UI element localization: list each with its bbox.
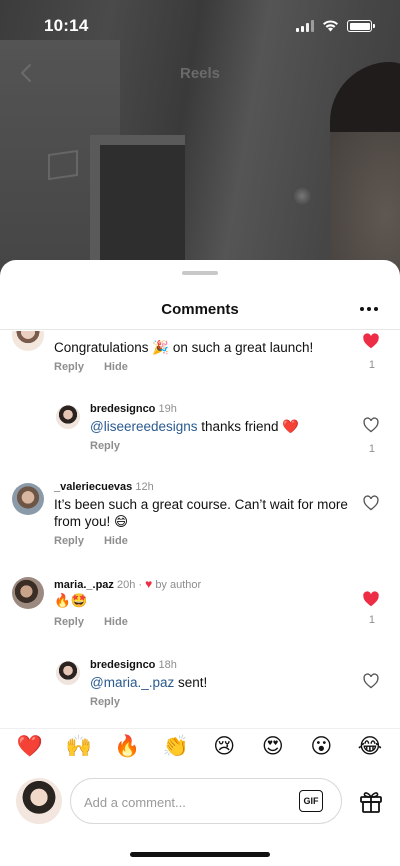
comment-text: @maria._.paz sent! [90,675,208,690]
reaction-clap-button[interactable]: 👏 [162,736,190,757]
comment-input-container[interactable]: GIF [70,778,342,824]
reaction-crying-button[interactable]: 😢 [210,736,238,757]
comments-list[interactable]: Congratulations 🎉 on such a great launch… [0,331,400,716]
more-options-icon[interactable] [360,302,380,316]
commenter-avatar[interactable] [12,577,44,609]
comment-meta: bredesignco 19h [90,403,177,415]
quick-reaction-bar: ❤️ 🙌 🔥 👏 😢 😍 😮 😂 [0,728,400,764]
home-indicator[interactable] [130,852,270,857]
commenter-avatar[interactable] [56,405,80,429]
sheet-title: Comments [161,301,239,318]
heart-filled-icon[interactable] [362,333,380,349]
status-bar: 10:14 [0,0,400,52]
reels-title: Reels [179,64,221,82]
status-icons [296,20,375,32]
hide-button[interactable]: Hide [104,616,128,628]
my-avatar [16,778,62,824]
reaction-heart-eyes-button[interactable]: 😍 [259,736,287,757]
comment-text: 🔥🤩 [54,593,88,608]
comment-actions: Reply Hide [54,616,128,628]
hide-button[interactable]: Hide [104,535,128,547]
mention-link[interactable]: @maria._.paz [90,675,174,690]
mention-link[interactable]: @liseereedesigns [90,419,198,434]
reply-button[interactable]: Reply [90,696,120,708]
sheet-header: Comments [0,290,400,330]
gift-icon[interactable] [358,788,384,814]
like-count: 1 [368,614,375,626]
comment-composer: GIF [0,775,400,825]
video-wall-outlet [48,149,78,181]
reply-button[interactable]: Reply [54,361,84,373]
reaction-surprised-button[interactable]: 😮 [307,736,335,757]
comment-time: 19h [158,403,177,415]
commenter-avatar[interactable] [12,331,44,351]
comment-username[interactable]: maria._.paz [54,579,114,591]
comment-actions: Reply [90,696,120,708]
reels-header: Reels [0,56,400,90]
comment-item: Congratulations 🎉 on such a great launch… [0,331,400,379]
wifi-icon [323,20,338,32]
heart-outline-icon[interactable] [362,417,380,433]
reply-button[interactable]: Reply [54,616,84,628]
comment-actions: Reply Hide [54,535,128,547]
comments-sheet: Comments Congratulations 🎉 on such a gre… [0,260,400,866]
commenter-avatar[interactable] [12,483,44,515]
author-liked-heart-icon: ♥ [145,577,153,591]
like-count: 1 [368,359,375,371]
battery-icon [347,20,375,32]
gif-button[interactable]: GIF [299,790,323,812]
back-chevron-icon[interactable] [16,62,38,84]
comment-time: 18h [158,659,177,671]
comment-time: 12h [135,481,154,493]
reaction-fire-button[interactable]: 🔥 [113,736,141,757]
commenter-avatar[interactable] [56,661,80,685]
status-time: 10:14 [44,16,89,35]
comment-item: maria._.paz 20h · ♥ by author 🔥🤩 Reply H… [0,577,400,637]
heart-filled-icon[interactable] [362,591,380,607]
reaction-laughing-button[interactable]: 😂 [356,736,384,757]
comment-username[interactable]: bredesignco [90,403,155,415]
comment-username[interactable]: bredesignco [90,659,155,671]
reaction-raised-hands-button[interactable]: 🙌 [65,736,93,757]
like-count: 1 [368,443,375,455]
comment-meta: maria._.paz 20h · ♥ by author [54,577,202,591]
hide-button[interactable]: Hide [104,361,128,373]
comment-time: 20h [116,579,136,591]
smile-emoji: 😄 [114,514,129,529]
comment-username[interactable]: _valeriecuevas [54,481,132,493]
comment-text: @liseereedesigns thanks friend ❤️ [90,419,300,434]
cellular-signal-icon [296,20,314,32]
heart-outline-icon[interactable] [362,673,380,689]
comment-meta: bredesignco 18h [90,659,177,671]
reply-button[interactable]: Reply [90,440,120,452]
comment-item: _valeriecuevas 12h It’s been such a grea… [0,481,400,561]
comment-text: Congratulations 🎉 on such a great launch… [54,340,314,355]
by-author-label: by author [155,579,202,591]
party-emoji: 🎉 [152,340,170,355]
reaction-heart-button[interactable]: ❤️ [16,736,44,757]
reply-button[interactable]: Reply [54,535,84,547]
comment-meta: _valeriecuevas 12h [54,481,154,493]
sheet-drag-handle[interactable] [182,271,218,275]
comment-text: It’s been such a great course. Can’t wai… [54,497,348,529]
comment-input[interactable] [84,791,284,813]
comment-actions: Reply [90,440,120,452]
heart-outline-icon[interactable] [362,495,380,511]
comment-actions: Reply Hide [54,361,128,373]
red-heart-emoji: ❤️ [282,419,300,434]
reply-item: bredesignco 19h @liseereedesigns thanks … [0,403,400,463]
video-door-knob [292,186,312,206]
reply-item: bredesignco 18h @maria._.paz sent! Reply [0,659,400,716]
